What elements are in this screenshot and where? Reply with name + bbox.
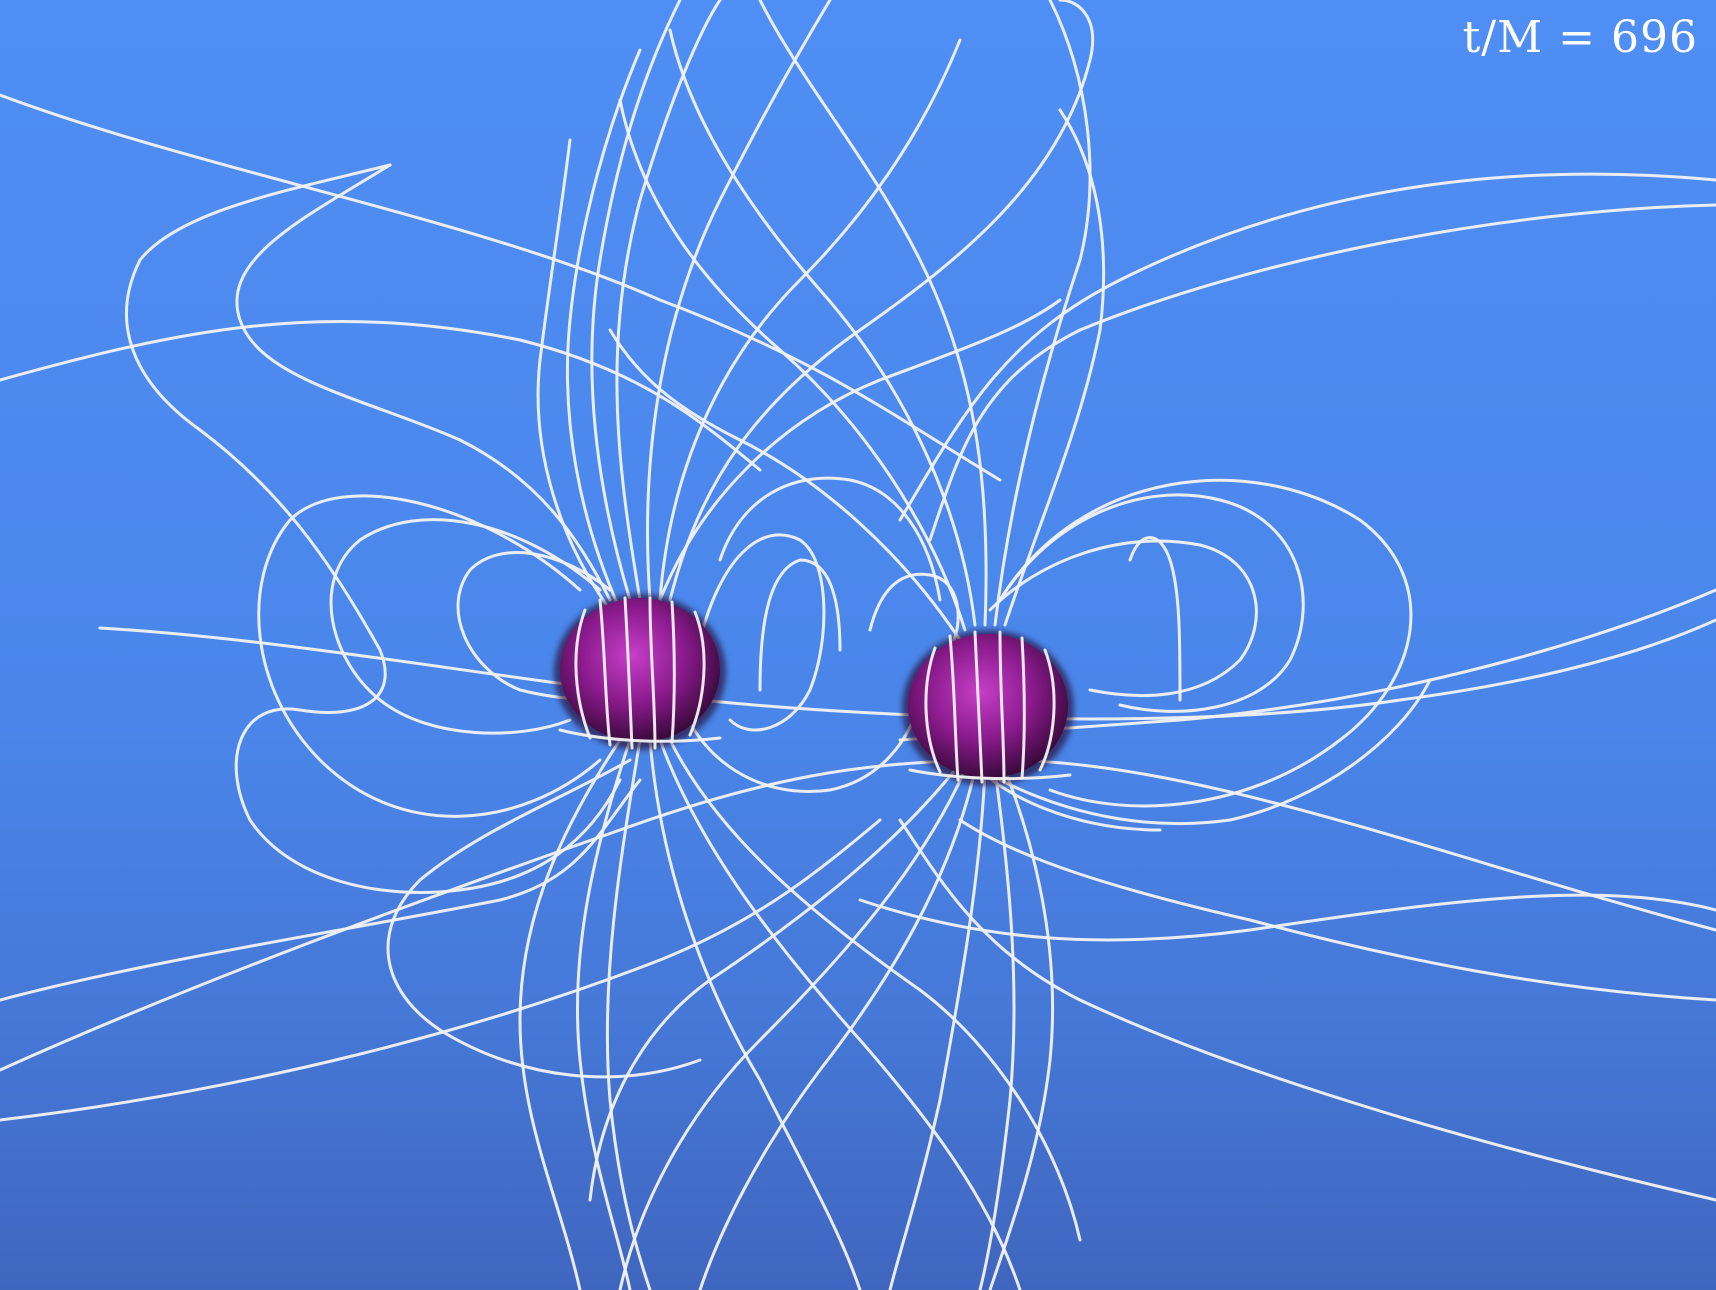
simulation-scene <box>0 0 1716 1290</box>
left-black-hole <box>554 594 726 750</box>
magnetic-field-lines <box>0 0 1716 1290</box>
right-black-hole <box>902 630 1074 786</box>
time-label: t/M = 696 <box>1462 12 1698 63</box>
